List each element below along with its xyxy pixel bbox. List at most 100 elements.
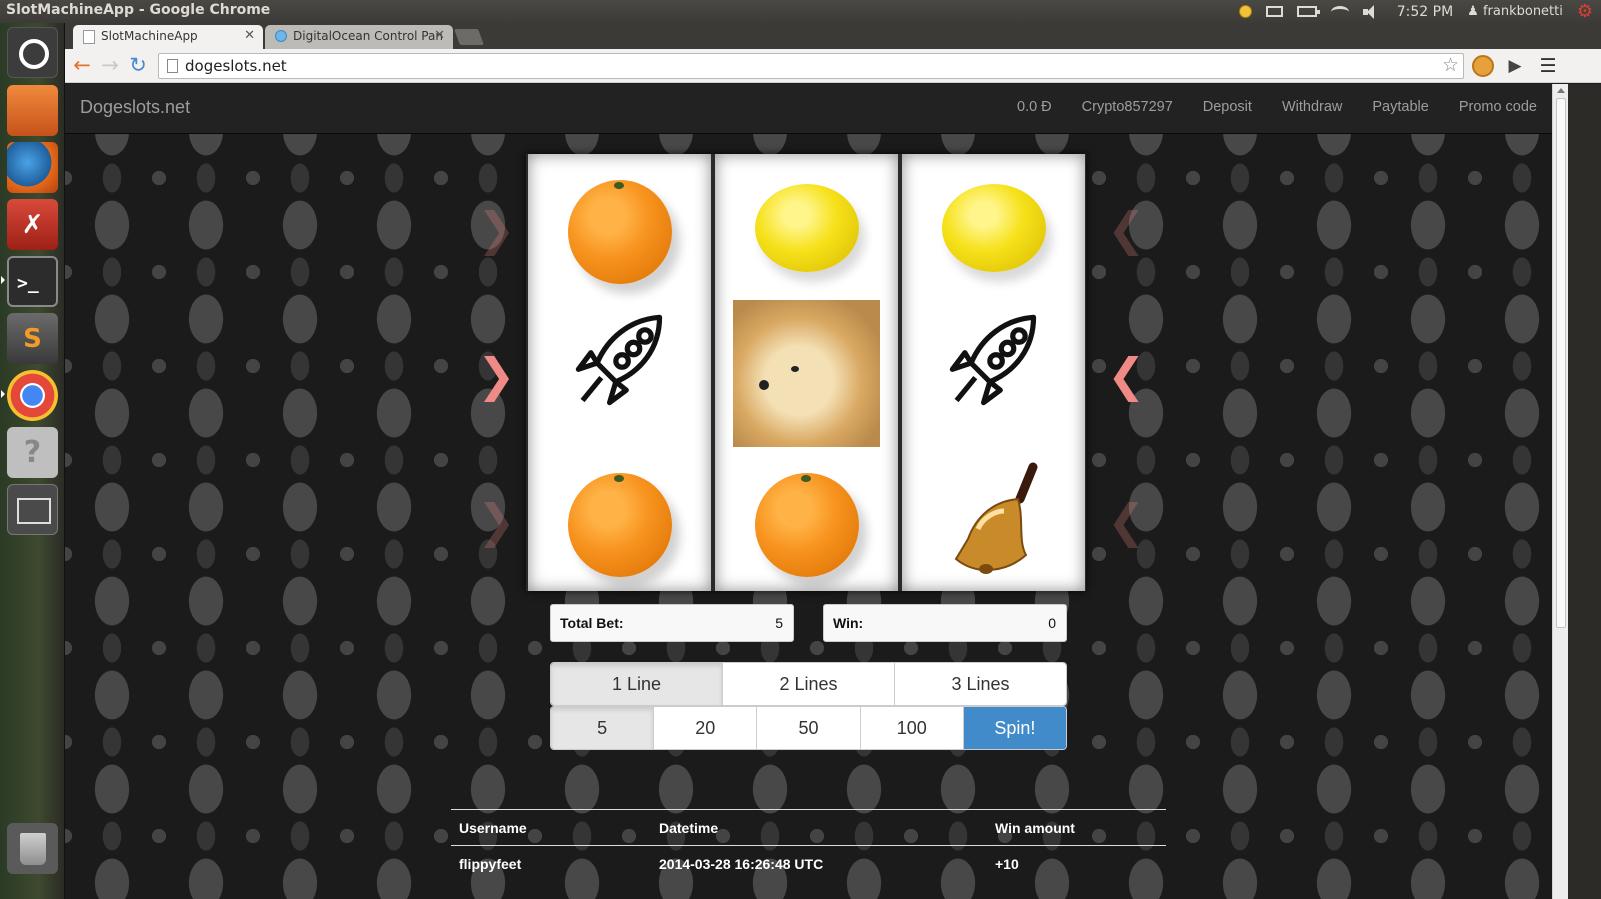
nav-links: 0.0 Ð Crypto857297 Deposit Withdraw Payt… <box>1017 99 1537 115</box>
system-indicators: 7:52 PM ♟ frankbonetti ⚙ <box>1238 1 1593 22</box>
line-3-right-arrow-icon: ❮ <box>1107 494 1146 548</box>
total-bet-display: Total Bet: 5 <box>550 604 794 642</box>
site-brand[interactable]: Dogeslots.net <box>80 97 190 118</box>
unity-launcher: ✗ >_ S ? <box>0 23 65 899</box>
win-label: Win: <box>833 615 864 631</box>
total-bet-value: 5 <box>775 615 783 631</box>
scrollbar-thumb[interactable] <box>1556 98 1566 628</box>
total-bet-label: Total Bet: <box>560 615 624 631</box>
slot-reels <box>526 154 1086 591</box>
nav-balance[interactable]: 0.0 Ð <box>1017 99 1052 115</box>
terminal-icon[interactable]: >_ <box>7 256 58 307</box>
browser-tab-strip: SlotMachineApp ✕ DigitalOcean Control Pa… <box>65 23 1601 49</box>
one-line-button[interactable]: 1 Line <box>551 663 723 705</box>
reel-2 <box>715 154 898 591</box>
tab-slotmachineapp[interactable]: SlotMachineApp ✕ <box>73 25 263 49</box>
user-menu[interactable]: ♟ frankbonetti <box>1467 4 1563 19</box>
nav-account[interactable]: Crypto857297 <box>1082 99 1173 115</box>
page-viewport: Dogeslots.net 0.0 Ð Crypto857297 Deposit… <box>65 84 1552 899</box>
lemon-icon <box>942 184 1046 272</box>
nav-withdraw[interactable]: Withdraw <box>1282 99 1342 115</box>
table-row: flippyfeet 2014-03-28 16:26:48 UTC +10 <box>451 845 1166 881</box>
window-title: SlotMachineApp - Google Chrome <box>6 2 271 18</box>
close-tab-icon[interactable]: ✕ <box>244 25 255 47</box>
bet-50-button[interactable]: 50 <box>757 707 861 749</box>
win-value: 0 <box>1048 615 1056 631</box>
page-favicon-icon <box>83 30 95 44</box>
nav-deposit[interactable]: Deposit <box>1203 99 1252 115</box>
system-settings-icon[interactable]: ✗ <box>7 199 58 250</box>
volume-icon[interactable] <box>1362 4 1383 19</box>
files-icon[interactable] <box>7 85 58 136</box>
spin-button[interactable]: Spin! <box>963 707 1066 749</box>
sublime-text-icon[interactable]: S <box>7 313 58 364</box>
scroll-up-arrow-icon[interactable] <box>1557 88 1565 93</box>
firefox-icon[interactable] <box>7 142 58 193</box>
new-tab-button[interactable] <box>454 29 484 45</box>
tab-label: SlotMachineApp <box>101 29 198 43</box>
messaging-icon[interactable] <box>1238 5 1252 18</box>
bet-selector: 5 20 50 100 Spin! <box>550 706 1067 750</box>
page-scrollbar[interactable] <box>1552 84 1568 899</box>
back-arrow-icon[interactable]: ← <box>70 54 94 78</box>
line-1-left-arrow-icon: ❯ <box>477 202 516 256</box>
digitalocean-favicon-icon <box>275 30 287 42</box>
line-1-right-arrow-icon: ❮ <box>1107 202 1146 256</box>
bet-5-button[interactable]: 5 <box>551 707 655 749</box>
power-gear-icon[interactable]: ⚙ <box>1577 2 1593 21</box>
rocket-icon <box>575 314 663 406</box>
three-lines-button[interactable]: 3 Lines <box>895 663 1066 705</box>
lines-selector: 1 Line 2 Lines 3 Lines <box>550 662 1067 706</box>
running-indicator-icon <box>1 390 5 398</box>
rocket-icon <box>949 314 1037 406</box>
username-header: Username <box>459 820 527 836</box>
dash-home-icon[interactable] <box>7 27 58 78</box>
nav-promo-code[interactable]: Promo code <box>1459 99 1537 115</box>
line-2-right-arrow-icon: ❮ <box>1107 348 1146 402</box>
orange-icon <box>568 180 672 284</box>
datetime-header: Datetime <box>659 820 719 836</box>
help-icon[interactable]: ? <box>7 427 58 478</box>
recent-wins-table: Username Datetime Win amount flippyfeet … <box>451 809 1166 881</box>
tab-digitalocean[interactable]: DigitalOcean Control Pan ✕ <box>265 25 453 49</box>
bet-100-button[interactable]: 100 <box>860 707 964 749</box>
trash-icon[interactable] <box>7 823 58 874</box>
window-edge <box>1568 84 1601 899</box>
row-amount: +10 <box>995 856 1019 872</box>
reel-1 <box>528 154 711 591</box>
wifi-icon[interactable] <box>1330 5 1349 18</box>
address-bar[interactable]: dogeslots.net ☆ <box>158 53 1464 79</box>
browser-toolbar: ← → ↻ dogeslots.net ☆ ▶ ☰ <box>65 49 1601 83</box>
two-lines-button[interactable]: 2 Lines <box>723 663 895 705</box>
win-display: Win: 0 <box>823 604 1067 642</box>
bet-20-button[interactable]: 20 <box>654 707 758 749</box>
os-top-panel: SlotMachineApp - Google Chrome 7:52 PM ♟… <box>0 0 1601 23</box>
clock[interactable]: 7:52 PM <box>1397 4 1453 20</box>
user-name: frankbonetti <box>1482 4 1563 19</box>
tab-label: DigitalOcean Control Pan <box>293 29 443 43</box>
cookie-extension-icon[interactable] <box>1472 55 1494 77</box>
user-icon: ♟ <box>1467 4 1483 19</box>
close-tab-icon[interactable]: ✕ <box>434 25 445 47</box>
running-indicator-icon <box>1 276 5 284</box>
line-3-left-arrow-icon: ❯ <box>477 494 516 548</box>
battery-icon[interactable] <box>1296 6 1320 17</box>
bookmark-star-icon[interactable]: ☆ <box>1442 53 1459 77</box>
win-amount-header: Win amount <box>995 820 1075 836</box>
chrome-icon[interactable] <box>7 370 58 421</box>
doge-icon <box>733 300 880 447</box>
url-text: dogeslots.net <box>185 57 287 75</box>
row-username: flippyfeet <box>459 856 522 872</box>
audio-extension-icon[interactable]: ▶ <box>1504 55 1526 77</box>
mail-icon[interactable] <box>1265 6 1283 17</box>
orange-icon <box>568 473 672 577</box>
site-navbar: Dogeslots.net 0.0 Ð Crypto857297 Deposit… <box>65 84 1552 134</box>
workspace-switcher-icon[interactable] <box>7 484 58 535</box>
nav-paytable[interactable]: Paytable <box>1372 99 1428 115</box>
forward-arrow-icon[interactable]: → <box>98 54 122 78</box>
reel-3 <box>902 154 1085 591</box>
row-datetime: 2014-03-28 16:26:48 UTC <box>659 856 824 872</box>
lemon-icon <box>755 184 859 272</box>
chrome-menu-icon[interactable]: ☰ <box>1537 55 1559 77</box>
reload-icon[interactable]: ↻ <box>126 54 150 78</box>
